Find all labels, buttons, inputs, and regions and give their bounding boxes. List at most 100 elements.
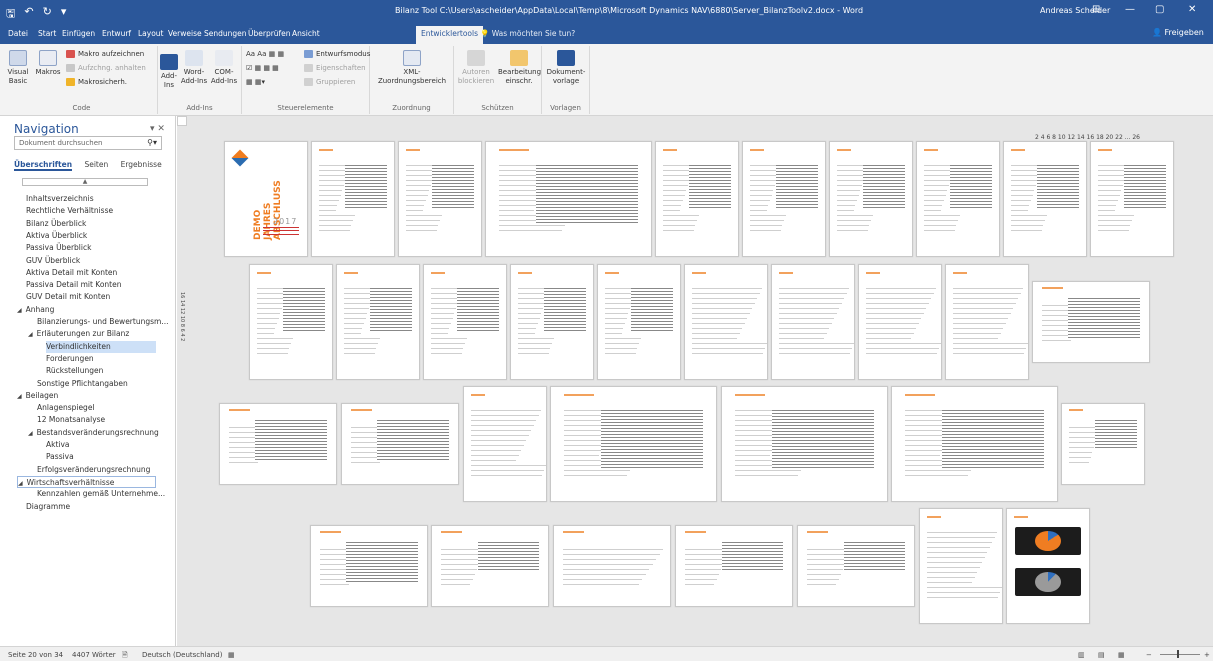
nav-heading-item[interactable]: ◢ Wirtschaftsverhältnisse [17, 475, 156, 488]
nav-heading-item[interactable]: GUV Überblick [26, 255, 80, 267]
nav-heading-item[interactable]: ◢ Anhang [17, 304, 54, 316]
zoom-in-icon[interactable]: + [1204, 651, 1210, 659]
nav-heading-item[interactable]: Verbindlichkeiten [46, 340, 156, 353]
page-thumbnail[interactable] [431, 525, 549, 607]
page-thumbnail[interactable] [891, 386, 1058, 502]
page-thumbnail[interactable] [655, 141, 739, 257]
page-thumbnail[interactable] [510, 264, 594, 380]
addins-button[interactable]: Add- Ins [160, 72, 178, 90]
nav-heading-item[interactable]: ◢ Erläuterungen zur Bilanz [28, 328, 129, 340]
expand-arrow-icon[interactable]: ◢ [17, 393, 22, 400]
design-mode-button[interactable]: Entwurfsmodus [304, 50, 370, 58]
nav-heading-item[interactable]: Bilanzierungs- und Bewertungsm... [37, 316, 168, 328]
page-thumbnail[interactable] [858, 264, 942, 380]
print-layout-icon[interactable]: ▤ [1098, 651, 1105, 659]
tab-ansicht[interactable]: Ansicht [292, 29, 320, 38]
page-thumbnail[interactable] [797, 525, 915, 607]
nav-heading-item[interactable]: Bilanz Überblick [26, 218, 86, 230]
page-thumbnail[interactable] [553, 525, 671, 607]
nav-search-input[interactable]: Dokument durchsuchen ⚲▾ [14, 136, 162, 150]
share-button[interactable]: 👤 Freigeben [1152, 28, 1204, 37]
nav-heading-item[interactable]: Diagramme [26, 501, 70, 513]
com-addins-button[interactable]: COM- Add-Ins [210, 50, 238, 86]
undo-icon[interactable]: ↶ [24, 5, 33, 24]
tab-entwurf[interactable]: Entwurf [102, 29, 131, 38]
tab-start[interactable]: Start [38, 29, 56, 38]
expand-arrow-icon[interactable]: ◢ [28, 430, 33, 437]
nav-heading-item[interactable]: Kennzahlen gemäß Unternehme... [37, 488, 165, 500]
proofing-icon[interactable]: 🗎 [122, 651, 128, 661]
content-controls-row3[interactable]: ▦ ▦▾ [246, 78, 265, 86]
minimize-icon[interactable]: — [1125, 4, 1135, 15]
nav-heading-item[interactable]: Sonstige Pflichtangaben [37, 378, 128, 390]
nav-heading-item[interactable]: ◢ Beilagen [17, 390, 58, 402]
block-authors-button[interactable]: Autoren blockieren [456, 50, 496, 86]
pause-recording-button[interactable]: Aufzchng. anhalten [66, 64, 146, 72]
ribbon-display-icon[interactable]: ⊞ [1092, 4, 1100, 15]
nav-heading-item[interactable]: Passiva Überblick [26, 242, 91, 254]
nav-heading-item[interactable]: ◢ Bestandsveränderungsrechnung [28, 427, 159, 439]
page-thumbnail[interactable] [550, 386, 717, 502]
page-thumbnail[interactable] [829, 141, 913, 257]
content-controls-row1[interactable]: Aa Aa ▦ ▦ [246, 50, 284, 58]
page-thumbnail[interactable] [1032, 281, 1150, 363]
record-macro-button[interactable]: Makro aufzeichnen [66, 50, 144, 58]
nav-heading-item[interactable]: Forderungen [46, 353, 94, 365]
tab-einfuegen[interactable]: Einfügen [62, 29, 95, 38]
nav-heading-item[interactable]: Rückstellungen [46, 365, 103, 377]
content-controls-row2[interactable]: ☑ ▦ ▦ ▦ [246, 64, 279, 72]
nav-heading-item[interactable]: Passiva Detail mit Konten [26, 279, 122, 291]
page-thumbnail[interactable] [916, 141, 1000, 257]
page-thumbnail[interactable] [336, 264, 420, 380]
page-thumbnail[interactable] [463, 386, 547, 502]
word-count[interactable]: 4407 Wörter [72, 651, 116, 659]
expand-arrow-icon[interactable]: ◢ [17, 307, 22, 314]
nav-heading-item[interactable]: Inhaltsverzeichnis [26, 193, 94, 205]
page-thumbnail[interactable] [341, 403, 459, 485]
nav-heading-item[interactable]: 12 Monatsanalyse [37, 414, 105, 426]
cover-page-thumbnail[interactable]: DEMO JAHRES ABSCHLUSS 2017 [224, 141, 308, 257]
tab-sendungen[interactable]: Sendungen [204, 29, 247, 38]
nav-tab-headings[interactable]: Überschriften [14, 160, 73, 171]
close-icon[interactable]: ✕ [1188, 4, 1196, 15]
page-thumbnail[interactable] [771, 264, 855, 380]
nav-heading-item[interactable]: Aktiva Detail mit Konten [26, 267, 117, 279]
page-thumbnail[interactable] [919, 508, 1003, 624]
page-thumbnail[interactable] [219, 403, 337, 485]
search-icon[interactable]: ⚲▾ [147, 138, 157, 147]
nav-heading-item[interactable]: Passiva [46, 451, 74, 463]
zoom-slider[interactable] [1160, 654, 1200, 655]
zoom-out-icon[interactable]: − [1146, 651, 1152, 659]
word-addins-button[interactable]: Word- Add-Ins [180, 50, 208, 86]
tab-layout[interactable]: Layout [138, 29, 164, 38]
nav-options-icon[interactable]: ▾ ✕ [150, 124, 165, 134]
macro-security-button[interactable]: Makrosicherh. [66, 78, 127, 86]
xml-mapping-button[interactable]: XML- Zuordnungsbereich [374, 50, 450, 86]
page-thumbnail[interactable] [597, 264, 681, 380]
group-button[interactable]: Gruppieren [304, 78, 355, 86]
page-thumbnail[interactable] [1003, 141, 1087, 257]
page-thumbnail[interactable] [1061, 403, 1145, 485]
nav-collapse-bar[interactable]: ▲ [22, 178, 148, 186]
page-thumbnail[interactable] [423, 264, 507, 380]
page-thumbnail[interactable] [310, 525, 428, 607]
nav-heading-item[interactable]: Anlagenspiegel [37, 402, 95, 414]
read-mode-icon[interactable]: ▥ [1078, 651, 1085, 659]
macro-recording-icon[interactable]: ▦ [228, 651, 235, 659]
page-thumbnail[interactable] [1090, 141, 1174, 257]
zoom-slider-thumb[interactable] [1177, 650, 1179, 658]
nav-heading-item[interactable]: Rechtliche Verhältnisse [26, 205, 113, 217]
tab-entwicklertools[interactable]: Entwicklertools [416, 26, 484, 44]
maximize-icon[interactable]: ▢ [1155, 4, 1164, 15]
restrict-editing-button[interactable]: Bearbeitung einschr. [498, 50, 541, 86]
redo-icon[interactable]: ↻ [43, 5, 52, 24]
properties-button[interactable]: Eigenschaften [304, 64, 366, 72]
nav-tab-pages[interactable]: Seiten [84, 160, 108, 169]
page-thumbnail[interactable] [675, 525, 793, 607]
document-template-button[interactable]: Dokument- vorlage [544, 50, 588, 86]
save-icon[interactable]: 🖫 [6, 5, 15, 24]
tab-verweise[interactable]: Verweise [168, 29, 202, 38]
page-thumbnail[interactable] [721, 386, 888, 502]
page-count[interactable]: Seite 20 von 34 [8, 651, 63, 659]
nav-heading-item[interactable]: Erfolgsveränderungsrechnung [37, 464, 150, 476]
